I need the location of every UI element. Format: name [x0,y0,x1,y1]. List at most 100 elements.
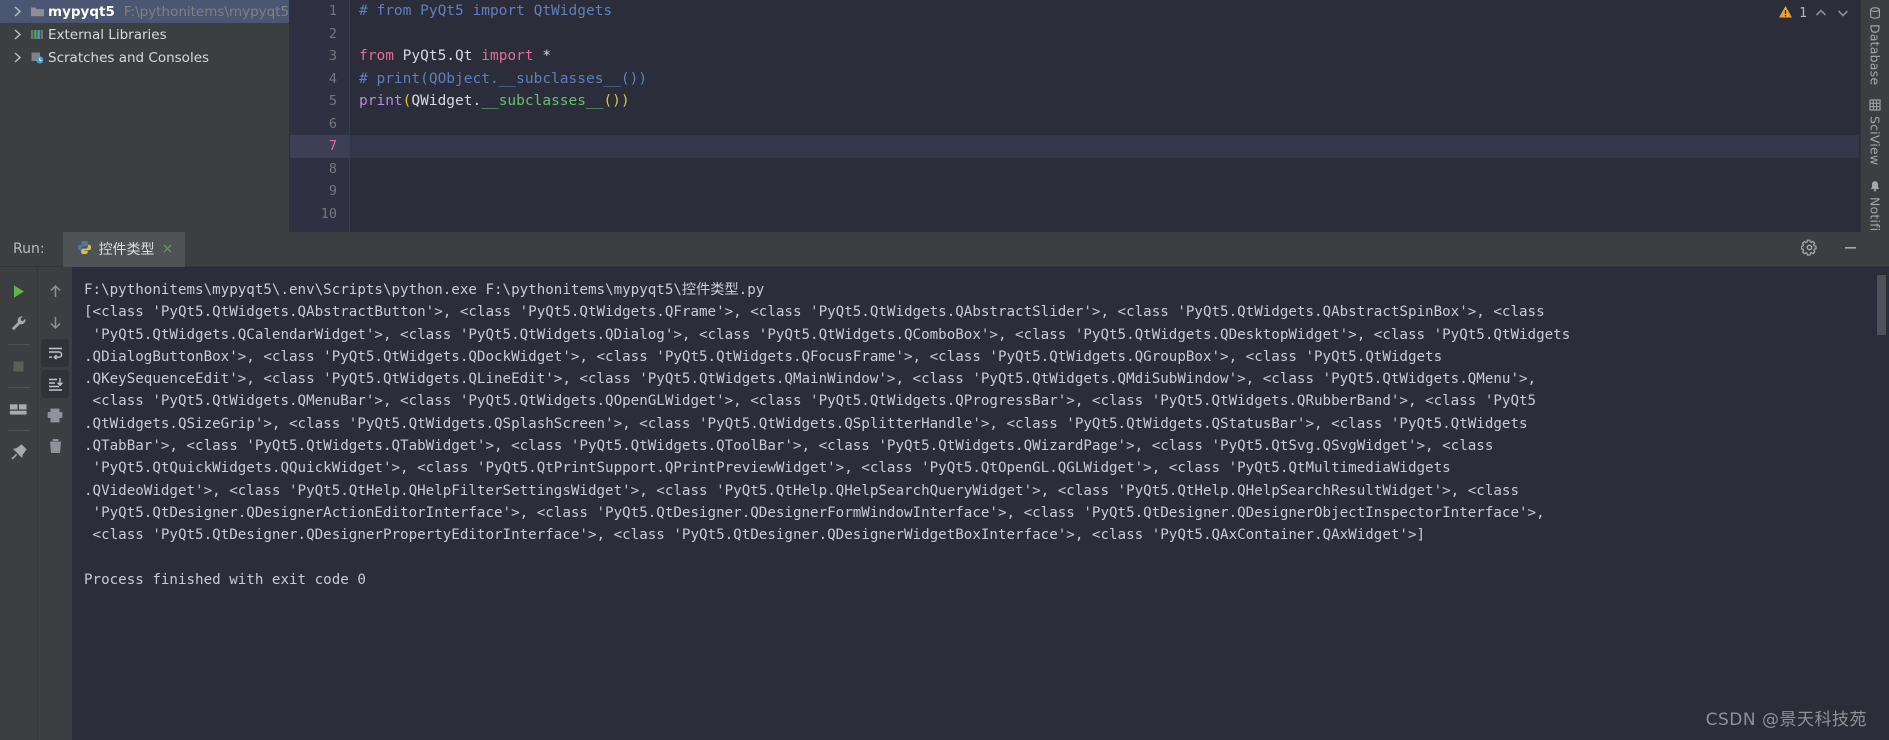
console-scrollbar[interactable] [1877,275,1886,335]
bell-icon [1869,180,1881,192]
code-line[interactable]: # from PyQt5 import QtWidgets [350,0,1859,23]
tree-item-label: mypyqt5 [48,3,115,20]
code-token: import [481,48,534,64]
next-occurrence-button[interactable] [41,308,69,336]
console-line: Process finished with exit code 0 [84,571,366,588]
code-token: * [542,48,552,64]
code-line[interactable]: # print(QObject.__subclasses__()) [350,68,1859,91]
line-number: 9 [328,183,337,199]
console-line: .QDialogButtonBox'>, <class 'PyQt5.QtWid… [84,348,1443,365]
previous-occurrence-button[interactable] [41,277,69,305]
database-icon [1869,7,1881,19]
run-toolbar-secondary[interactable] [38,267,72,740]
soft-wrap-button[interactable] [41,339,69,367]
console-output[interactable]: F:\pythonitems\mypyqt5\.env\Scripts\pyth… [72,267,1889,740]
clear-all-button[interactable] [41,432,69,460]
tree-item-label: Scratches and Consoles [48,49,210,66]
code-line[interactable] [350,203,1859,226]
run-configuration-tab[interactable]: 控件类型 × [62,231,186,267]
toolbar-separator [7,344,30,345]
console-line: 'PyQt5.QtDesigner.QDesignerActionEditorI… [84,504,1545,521]
tree-item-external-libraries[interactable]: External Libraries [0,23,289,46]
tool-window-label: Database [1867,24,1883,86]
console-line: [<class 'PyQt5.QtWidgets.QAbstractButton… [84,304,1545,321]
rerun-button[interactable] [5,277,33,305]
line-number: 1 [328,3,337,19]
gear-icon[interactable] [1800,239,1818,260]
line-number: 4 [328,70,337,87]
run-label: Run: [13,241,45,257]
toolbar-separator [7,387,30,388]
library-icon [26,28,48,41]
code-line[interactable]: print(QWidget.__subclasses__()) [350,90,1859,113]
console-line: .QtWidgets.QSizeGrip'>, <class 'PyQt5.Qt… [84,415,1528,432]
tree-item-label: External Libraries [48,26,167,43]
chevron-right-icon[interactable] [8,29,26,40]
code-token: from [359,48,394,64]
inspection-widget[interactable]: 1 [1778,3,1851,23]
watermark: CSDN @景天科技苑 [1705,710,1867,730]
code-token: print [359,93,403,109]
run-header-actions [1800,232,1859,267]
edit-configuration-button[interactable] [5,309,33,337]
line-number: 2 [328,25,337,42]
console-line: <class 'PyQt5.QtDesigner.QDesignerProper… [84,527,1426,544]
code-line[interactable] [350,113,1859,136]
line-number-current: 7 [290,135,349,158]
previous-problem-icon[interactable] [1813,5,1829,21]
code-text-area[interactable]: # from PyQt5 import QtWidgets from PyQt5… [350,0,1859,232]
console-line: <class 'PyQt5.QtWidgets.QMenuBar'>, <cla… [84,393,1537,410]
warning-count: 1 [1799,5,1807,21]
code-line[interactable] [350,23,1859,46]
console-line: F:\pythonitems\mypyqt5\.env\Scripts\pyth… [84,282,765,298]
top-area: mypyqt5 F:\pythonitems\mypyqt5 External … [0,0,1889,277]
code-token: __subclasses__ [481,93,604,109]
right-tool-window-bar[interactable]: Database SciView Notifications [1860,0,1889,277]
run-tab-title: 控件类型 [98,242,155,258]
restore-layout-button[interactable] [5,395,33,423]
scroll-to-end-button[interactable] [41,370,69,398]
tree-item-path: F:\pythonitems\mypyqt5 [123,3,290,20]
line-number: 10 [320,205,337,222]
line-number: 3 [328,48,337,64]
tree-item-mypyqt5[interactable]: mypyqt5 F:\pythonitems\mypyqt5 [0,0,289,23]
tool-window-button-sciview[interactable]: SciView [1868,92,1883,172]
tool-window-label: SciView [1867,116,1883,166]
code-token: PyQt5.Qt [393,48,482,64]
toolbar-separator [7,430,30,431]
code-line[interactable] [350,135,1859,158]
code-line[interactable] [350,158,1859,181]
folder-icon [26,5,48,18]
console-line: .QKeySequenceEdit'>, <class 'PyQt5.QtWid… [84,371,1537,388]
python-icon [77,240,92,259]
run-toolbar-primary[interactable] [0,267,38,740]
code-token: # print(QObject.__subclasses__()) [359,70,648,87]
code-token: # from PyQt5 import QtWidgets [359,3,613,19]
line-number: 6 [328,115,337,132]
editor-gutter[interactable]: 1 2 3 4 5 6 7 8 9 10 [290,0,350,232]
console-line: .QVideoWidget'>, <class 'PyQt5.QtHelp.QH… [84,482,1519,499]
next-problem-icon[interactable] [1835,5,1851,21]
scratches-icon [26,51,48,64]
project-tool-window[interactable]: mypyqt5 F:\pythonitems\mypyqt5 External … [0,0,290,232]
print-button[interactable] [41,401,69,429]
tool-window-button-database[interactable]: Database [1868,0,1883,92]
console-line: 'PyQt5.QtQuickWidgets.QQuickWidget'>, <c… [84,460,1451,477]
tree-item-scratches-and-consoles[interactable]: Scratches and Consoles [0,46,289,69]
minimize-icon[interactable] [1842,239,1859,260]
console-line: 'PyQt5.QtWidgets.QCalendarWidget'>, <cla… [84,326,1571,343]
pycharm-window: mypyqt5 F:\pythonitems\mypyqt5 External … [0,0,1889,740]
warning-triangle-icon [1778,4,1793,23]
code-editor[interactable]: 1 2 3 4 5 6 7 8 9 10 # from PyQt5 import… [290,0,1889,232]
line-number: 5 [328,93,337,109]
stop-button[interactable] [5,352,33,380]
code-token: () [603,93,621,109]
code-line[interactable] [350,180,1859,203]
pin-tab-button[interactable] [5,438,33,466]
chevron-right-icon[interactable] [8,52,26,63]
close-icon[interactable]: × [162,242,174,256]
code-line[interactable]: from PyQt5.Qt import * [350,45,1859,68]
chevron-right-icon[interactable] [8,6,26,17]
line-number: 8 [328,160,337,177]
